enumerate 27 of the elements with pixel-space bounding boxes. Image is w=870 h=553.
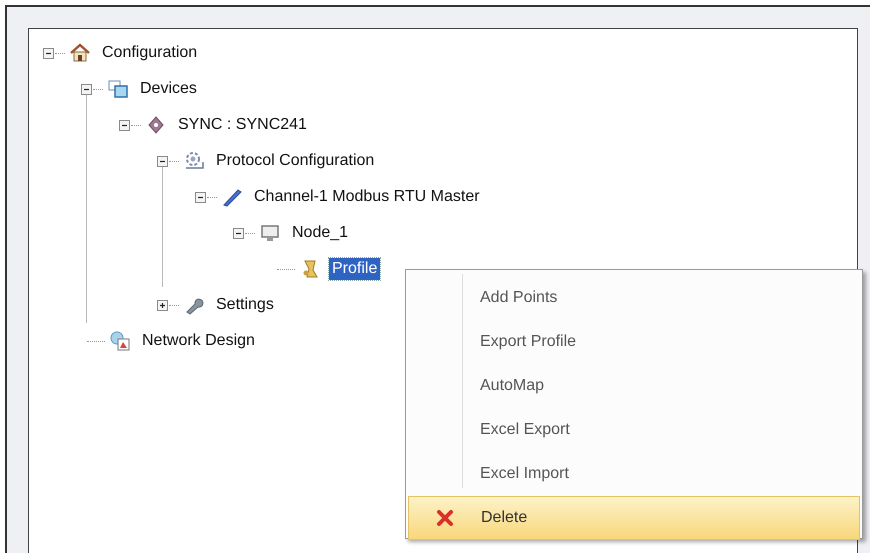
menu-item[interactable]: Excel Export	[408, 408, 860, 452]
collapse-icon[interactable]	[195, 192, 206, 202]
gear-icon	[183, 150, 205, 172]
delete-icon	[436, 509, 454, 527]
house-icon	[69, 42, 91, 64]
picture-frame-icon	[109, 330, 131, 352]
collapse-icon[interactable]	[233, 228, 244, 238]
menu-item[interactable]: Delete	[408, 496, 860, 540]
tree-item[interactable]: SYNC : SYNC241	[175, 114, 310, 136]
menu-item[interactable]: AutoMap	[408, 364, 860, 408]
windows-icon	[107, 78, 129, 100]
expand-icon[interactable]	[157, 300, 168, 310]
tree-item[interactable]: Profile	[329, 258, 380, 280]
tree-item[interactable]: Devices	[137, 78, 200, 100]
tree-item[interactable]: Node_1	[289, 222, 352, 244]
menu-item[interactable]: Export Profile	[408, 320, 860, 364]
menu-item[interactable]: Excel Import	[408, 452, 860, 496]
tree-item[interactable]: Settings	[213, 294, 277, 316]
tree-item[interactable]: Network Design	[139, 330, 258, 352]
tree-item[interactable]: Configuration	[99, 42, 200, 64]
tree-item[interactable]: Protocol Configuration	[213, 150, 378, 172]
collapse-icon[interactable]	[81, 84, 92, 94]
tree-item[interactable]: Channel-1 Modbus RTU Master	[251, 186, 483, 208]
collapse-icon[interactable]	[119, 120, 130, 130]
collapse-icon[interactable]	[43, 48, 54, 58]
collapse-icon[interactable]	[157, 156, 168, 166]
menu-item[interactable]: Add Points	[408, 276, 860, 320]
